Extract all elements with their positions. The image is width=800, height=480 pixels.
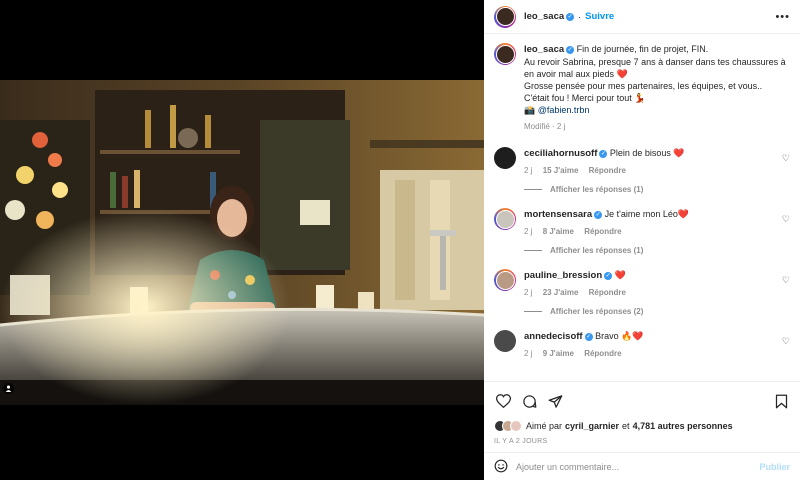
action-buttons <box>494 390 790 412</box>
bookmark-icon[interactable] <box>772 392 790 410</box>
caption-text: leo_saca ✓ Fin de journée, fin de projet,… <box>524 43 790 116</box>
follow-button[interactable]: Suivre <box>585 11 614 22</box>
caption-line-3: Grosse pensée pour mes partenaires, les … <box>524 81 763 91</box>
commenter-avatar[interactable] <box>494 147 516 169</box>
commenter-username[interactable]: pauline_bression <box>524 270 602 281</box>
verified-icon: ✓ <box>599 149 608 158</box>
emoji-smiley-icon[interactable] <box>494 459 508 475</box>
caption-line-1: Fin de journée, fin de projet, FIN. <box>576 44 709 54</box>
comment-likes[interactable]: 15 J'aime <box>543 166 579 175</box>
comment-meta: 2 j 15 J'aime Répondre <box>524 166 790 175</box>
reply-button[interactable]: Répondre <box>589 288 626 297</box>
comment-age: 2 j <box>524 349 533 358</box>
verified-icon: ✓ <box>566 12 575 21</box>
view-replies-label: Afficher les réponses (2) <box>550 307 644 316</box>
like-heart-icon[interactable] <box>494 392 512 410</box>
comment-age: 2 j <box>524 288 533 297</box>
comment-likes[interactable]: 23 J'aime <box>543 288 579 297</box>
comment-text: Plein de bisous ❤️ <box>609 148 685 158</box>
comments-list[interactable]: leo_saca ✓ Fin de journée, fin de projet,… <box>484 35 800 381</box>
view-replies-button[interactable]: Afficher les réponses (2) <box>524 307 790 316</box>
reply-button[interactable]: Répondre <box>584 349 621 358</box>
likers-avatars <box>494 420 522 432</box>
replies-line <box>524 250 542 251</box>
commenter-avatar[interactable] <box>494 330 516 352</box>
commenter-username[interactable]: annedecisoff <box>524 331 583 342</box>
comment-item: ceciliahornusoff ✓ Plein de bisous ❤️ 2 j… <box>494 147 790 175</box>
comment-likes[interactable]: 8 J'aime <box>543 227 574 236</box>
commenter-username[interactable]: ceciliahornusoff <box>524 148 597 159</box>
caption-mention-link[interactable]: @fabien.trbn <box>538 105 590 115</box>
likes-conjunction: et <box>622 421 630 431</box>
instagram-post-modal: leo_saca ✓ · Suivre ••• leo_saca ✓ Fin de… <box>0 0 800 480</box>
caption-avatar[interactable] <box>494 43 516 65</box>
caption-line-2: Au revoir Sabrina, presque 7 ans à danse… <box>524 57 786 79</box>
post-caption: leo_saca ✓ Fin de journée, fin de projet,… <box>494 43 790 131</box>
author-username[interactable]: leo_saca <box>524 11 564 22</box>
verified-icon: ✓ <box>594 210 603 219</box>
user-icon <box>5 385 12 392</box>
comment-likes[interactable]: 9 J'aime <box>543 349 574 358</box>
reply-button[interactable]: Répondre <box>589 166 626 175</box>
bar-scene-image <box>0 80 484 405</box>
caption-edited: Modifié · 2 j <box>524 122 566 131</box>
comment-like-heart-icon[interactable]: ♡ <box>782 214 790 225</box>
caption-author[interactable]: leo_saca <box>524 44 564 55</box>
verified-icon: ✓ <box>566 45 575 54</box>
comment-like-heart-icon[interactable]: ♡ <box>782 336 790 347</box>
view-replies-button[interactable]: Afficher les réponses (1) <box>524 185 790 194</box>
comment-input[interactable] <box>516 461 760 472</box>
header-separator: · <box>578 11 582 22</box>
comment-text: ❤️ <box>614 270 626 280</box>
comment-item: annedecisoff ✓ Bravo 🔥❤️ 2 j 9 J'aime Rép… <box>494 330 790 358</box>
post-timestamp[interactable]: IL Y A 2 JOURS <box>494 438 790 445</box>
post-photo[interactable] <box>0 80 484 405</box>
publish-button[interactable]: Publier <box>759 462 790 472</box>
commenter-avatar[interactable] <box>494 269 516 291</box>
author-avatar[interactable] <box>494 5 516 28</box>
comment-meta: 2 j 9 J'aime Répondre <box>524 349 790 358</box>
commenter-username[interactable]: mortensensara <box>524 209 592 220</box>
likes-summary: Aimé par cyril_garnier et 4,781 autres p… <box>494 420 790 432</box>
comment-bubble-icon[interactable] <box>520 392 538 410</box>
share-paper-plane-icon[interactable] <box>546 392 564 410</box>
verified-icon: ✓ <box>584 332 593 341</box>
comment-meta: 2 j 8 J'aime Répondre <box>524 227 790 236</box>
verified-icon: ✓ <box>604 271 613 280</box>
reply-button[interactable]: Répondre <box>584 227 621 236</box>
liker-username[interactable]: cyril_garnier <box>565 421 619 431</box>
more-dots-icon[interactable]: ••• <box>775 11 790 23</box>
comment-like-heart-icon[interactable]: ♡ <box>782 153 790 164</box>
comment-item: mortensensara ✓ Je t'aime mon Léo❤️ 2 j 8… <box>494 208 790 236</box>
view-replies-button[interactable]: Afficher les réponses (1) <box>524 246 790 255</box>
comment-composer: Publier <box>484 452 800 480</box>
caption-line-4: C'était fou ! Merci pour tout 💃 <box>524 93 646 103</box>
likes-prefix: Aimé par <box>526 421 563 431</box>
replies-line <box>524 311 542 312</box>
comment-item: pauline_bression ✓ ❤️ 2 j 23 J'aime Répon… <box>494 269 790 297</box>
view-replies-label: Afficher les réponses (1) <box>550 185 644 194</box>
tagged-people-button[interactable] <box>3 383 14 394</box>
post-header: leo_saca ✓ · Suivre ••• <box>484 0 800 34</box>
post-side-panel: leo_saca ✓ · Suivre ••• leo_saca ✓ Fin de… <box>484 0 800 480</box>
camera-emoji: 📸 <box>524 105 536 115</box>
comment-text: Je t'aime mon Léo❤️ <box>604 209 690 219</box>
comment-age: 2 j <box>524 227 533 236</box>
comment-text: Bravo 🔥❤️ <box>595 331 644 341</box>
comment-meta: 2 j 23 J'aime Répondre <box>524 288 790 297</box>
comment-age: 2 j <box>524 166 533 175</box>
comment-like-heart-icon[interactable]: ♡ <box>782 275 790 286</box>
liker-avatar <box>510 420 522 432</box>
post-actions: Aimé par cyril_garnier et 4,781 autres p… <box>484 381 800 445</box>
commenter-avatar[interactable] <box>494 208 516 230</box>
replies-line <box>524 189 542 190</box>
likes-count[interactable]: 4,781 autres personnes <box>633 421 733 431</box>
post-media <box>0 0 484 480</box>
view-replies-label: Afficher les réponses (1) <box>550 246 644 255</box>
